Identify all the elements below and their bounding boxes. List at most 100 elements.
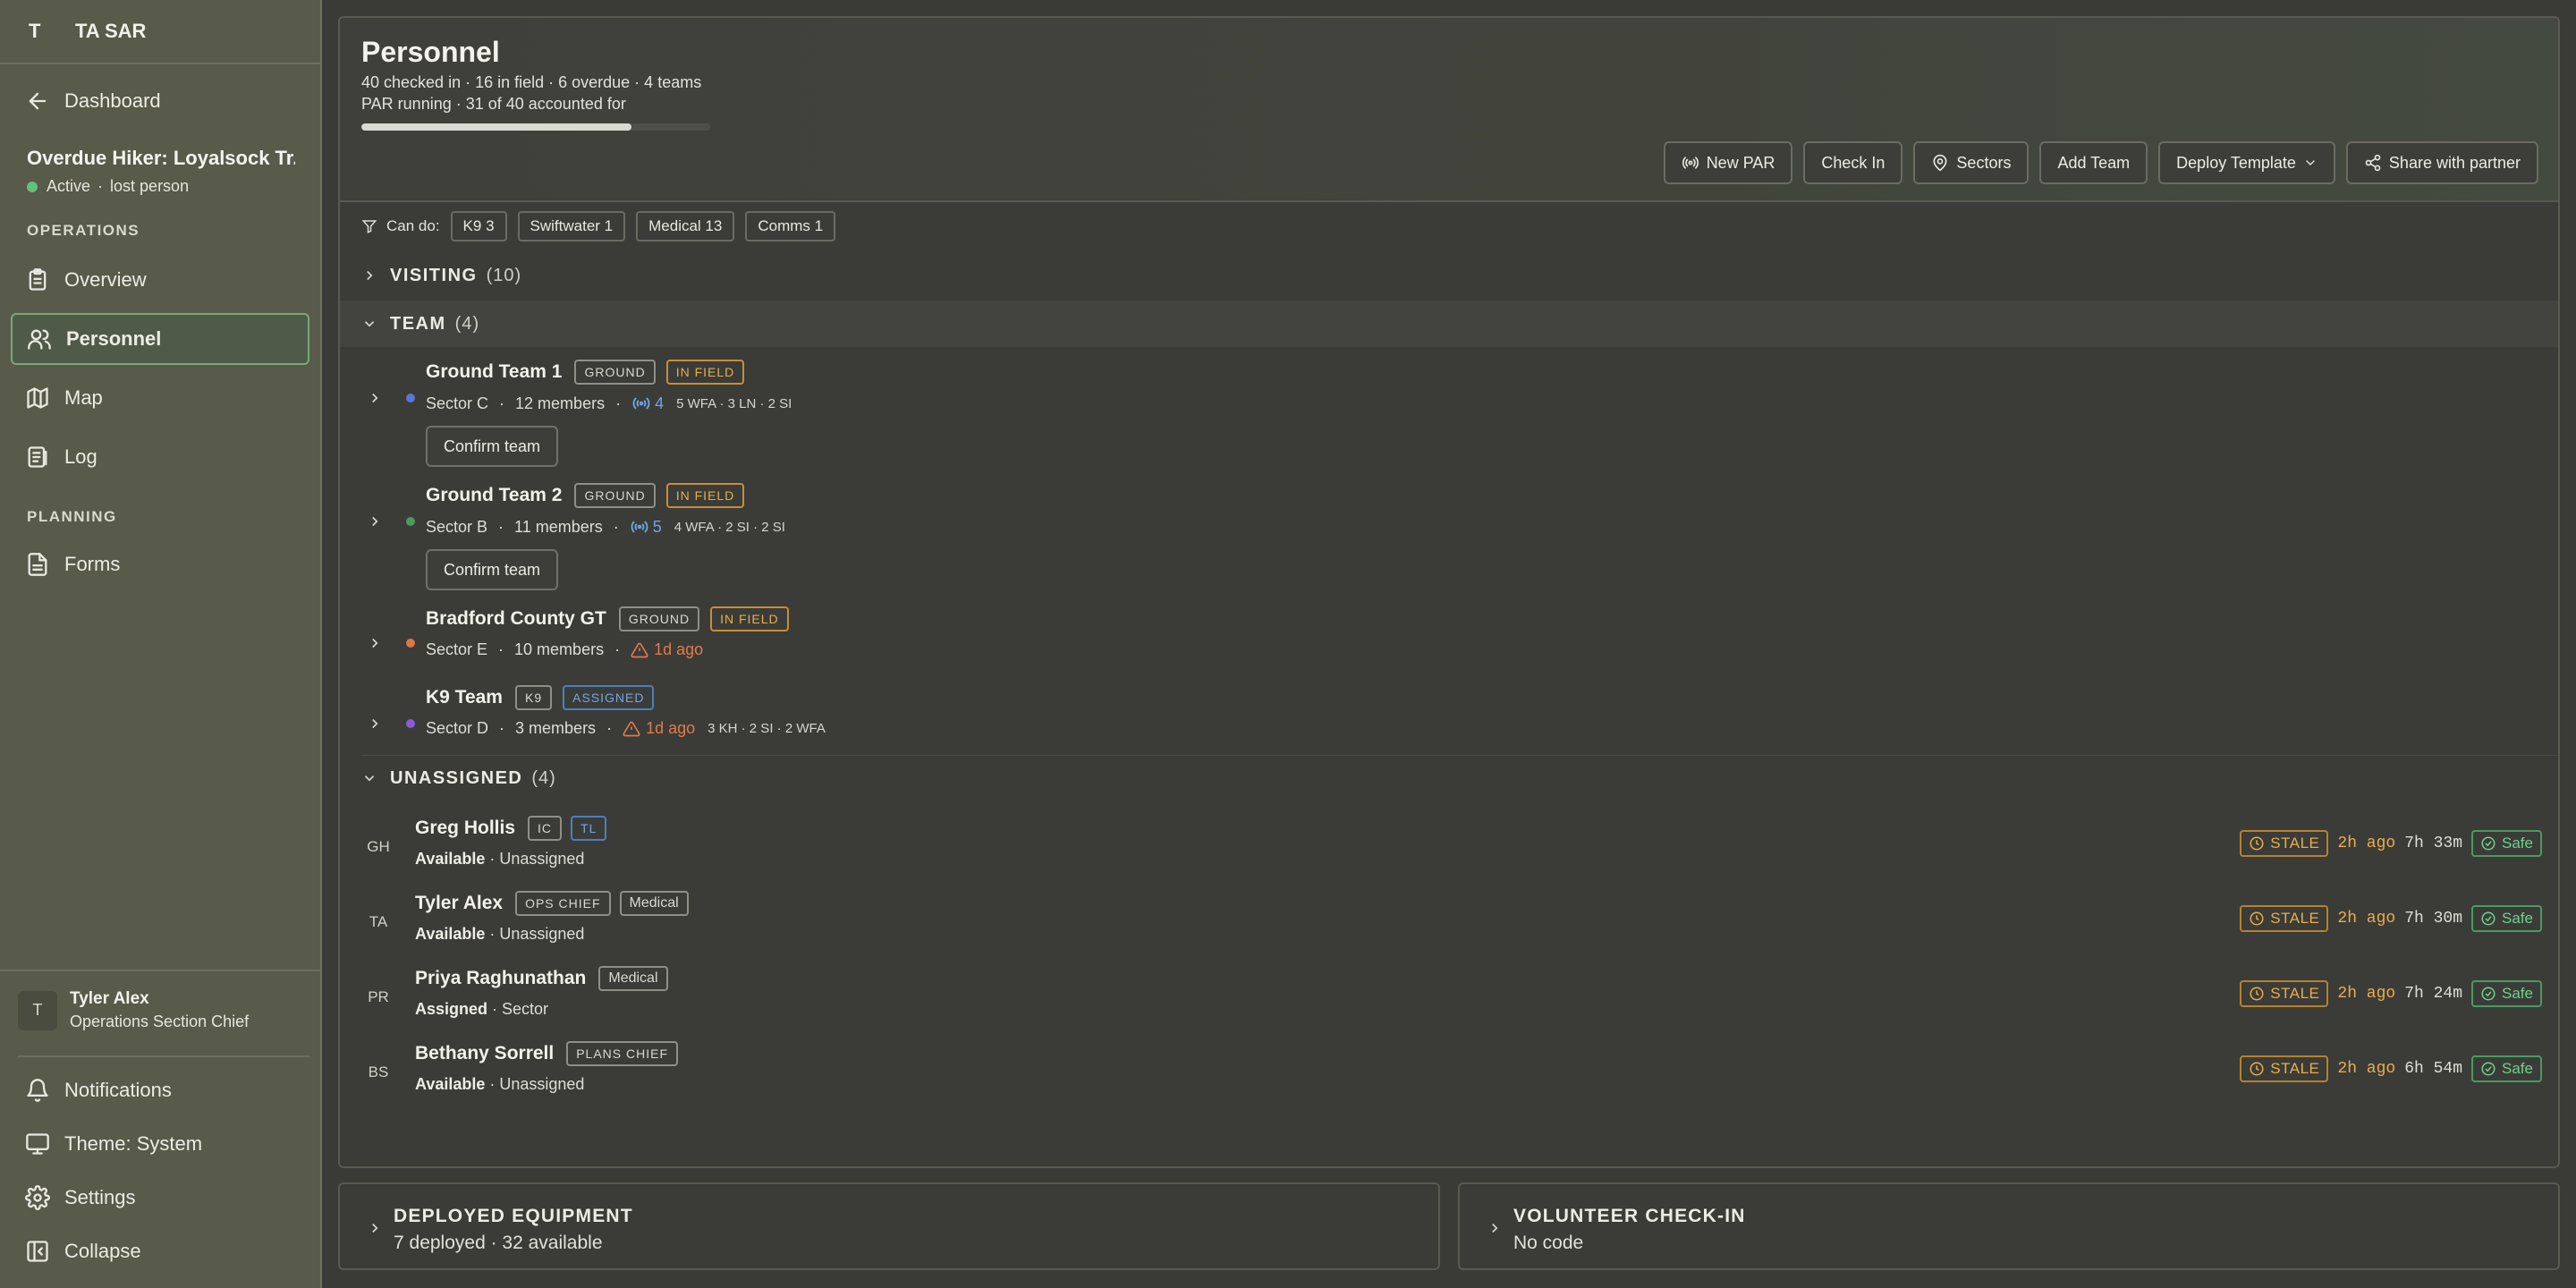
team-type-badge: GROUND [618, 606, 700, 631]
team-name: Bradford County GT [426, 608, 606, 629]
volunteer-code: No code [1513, 1233, 1584, 1253]
nav-notifications[interactable]: Notifications [11, 1064, 309, 1116]
new-par-button[interactable]: New PAR [1663, 141, 1793, 184]
clipboard-icon [29, 268, 47, 291]
volunteer-checkin-card[interactable]: VOLUNTEER CHECK-IN No code [1458, 1182, 2560, 1270]
team-radio-count: 4 [655, 394, 665, 412]
clock-icon [2250, 1062, 2264, 1076]
team-row[interactable]: Ground Team 1 GROUND IN FIELD Sector C · … [340, 351, 2558, 474]
deploy-template-button[interactable]: Deploy Template [2158, 141, 2335, 184]
user-card[interactable]: T Tyler Alex Operations Section Chief [0, 970, 320, 1055]
team-warning: 1d ago [623, 719, 695, 738]
team-row[interactable]: Bradford County GT GROUND IN FIELD Secto… [340, 597, 2558, 678]
team-row[interactable]: Ground Team 2 GROUND IN FIELD Sector B · … [340, 474, 2558, 597]
safe-label: Safe [2502, 835, 2533, 852]
filter-chip-comms[interactable]: Comms 1 [745, 211, 836, 242]
team-name: K9 Team [426, 687, 503, 708]
filter-chip-k9[interactable]: K9 3 [450, 211, 507, 242]
incident-type: lost person [110, 177, 190, 195]
back-to-dashboard[interactable]: Dashboard [11, 75, 309, 127]
share-partner-button[interactable]: Share with partner [2345, 141, 2538, 184]
safe-badge[interactable]: Safe [2471, 980, 2542, 1007]
nav-settings[interactable]: Settings [11, 1172, 309, 1224]
notifications-label: Notifications [64, 1079, 172, 1101]
check-in-button[interactable]: Check In [1803, 141, 1903, 184]
team-warning-text: 1d ago [646, 719, 696, 737]
nav-forms-label: Forms [64, 553, 121, 575]
confirm-team-button[interactable]: Confirm team [426, 549, 559, 590]
person-row[interactable]: TA Tyler Alex OPS CHIEF Medical Availabl… [340, 882, 2558, 957]
stale-label: STALE [2270, 1060, 2320, 1077]
person-initials: TA [369, 913, 388, 930]
team-title: K9 Team K9 ASSIGNED [426, 685, 655, 710]
new-par-label: New PAR [1706, 153, 1775, 172]
filter-chip-swiftwater[interactable]: Swiftwater 1 [517, 211, 626, 242]
safe-badge[interactable]: Safe [2471, 905, 2542, 932]
settings-label: Settings [64, 1186, 136, 1208]
group-unassigned-header[interactable]: UNASSIGNED (4) [340, 755, 2558, 801]
toolbar: New PAR Check In Sectors Add Team Deploy… [1663, 141, 2538, 184]
person-name: Greg Hollis [415, 818, 516, 838]
collapse-sidebar[interactable]: Collapse [11, 1225, 309, 1277]
team-warning-text: 1d ago [654, 640, 704, 658]
map-icon [27, 387, 48, 409]
incident-title: Overdue Hiker: Loyalsock Tr... [27, 147, 295, 169]
group-visiting-header[interactable]: VISITING (10) [340, 252, 2558, 299]
nav-log[interactable]: Log [11, 431, 309, 483]
chevron-right-icon [372, 1223, 378, 1233]
clock-icon [2250, 911, 2264, 926]
team-members: 11 members [514, 517, 603, 536]
last-seen: 2h ago [2337, 1060, 2396, 1078]
person-check-status: STALE 2h ago 7h 24m Safe [2240, 980, 2542, 1007]
team-members: 3 members [515, 719, 597, 737]
log-icon [28, 446, 47, 468]
safe-label: Safe [2502, 910, 2533, 927]
person-tag: Medical [598, 966, 668, 991]
nav-personnel[interactable]: Personnel [11, 313, 309, 365]
chevron-right-icon [372, 638, 378, 648]
sidebar: T TA SAR Dashboard Overdue Hiker: Loyals… [0, 0, 322, 1288]
person-initials: GH [367, 838, 390, 855]
equipment-summary: 7 deployed · 32 available [394, 1233, 603, 1253]
filter-chip-medical[interactable]: Medical 13 [636, 211, 735, 242]
nav-forms[interactable]: Forms [11, 538, 309, 590]
org-brand[interactable]: T TA SAR [0, 0, 320, 64]
team-color-dot [406, 719, 415, 728]
person-row[interactable]: GH Greg Hollis IC TL Available · Unassig… [340, 807, 2558, 882]
gear-icon [25, 1185, 50, 1210]
team-color-dot [406, 639, 415, 648]
person-initials: BS [368, 1063, 389, 1080]
confirm-team-button[interactable]: Confirm team [426, 426, 559, 467]
person-check-status: STALE 2h ago 6h 54m Safe [2240, 1055, 2542, 1082]
capability-filter: Can do: K9 3 Swiftwater 1 Medical 13 Com… [361, 211, 836, 242]
deployed-equipment-card[interactable]: DEPLOYED EQUIPMENT 7 deployed · 32 avail… [338, 1182, 1440, 1270]
safe-badge[interactable]: Safe [2471, 830, 2542, 857]
chevron-down-icon [364, 775, 375, 782]
person-row[interactable]: PR Priya Raghunathan Medical Assigned · … [340, 957, 2558, 1032]
team-status-badge: IN FIELD [710, 606, 789, 631]
personnel-panel: Personnel 40 checked in · 16 in field · … [338, 16, 2560, 1168]
user-role: Operations Section Chief [70, 1013, 250, 1030]
nav-overview-label: Overview [64, 268, 147, 291]
group-team-header[interactable]: TEAM (4) [340, 301, 2558, 347]
safe-badge[interactable]: Safe [2471, 1055, 2542, 1082]
team-skills: 3 KH · 2 SI · 2 WFA [708, 721, 826, 736]
person-row[interactable]: BS Bethany Sorrell PLANS CHIEF Available… [340, 1032, 2558, 1107]
team-title: Ground Team 2 GROUND IN FIELD [426, 483, 745, 508]
sectors-button[interactable]: Sectors [1913, 141, 2029, 184]
sidebar-collapse-icon [27, 1241, 48, 1262]
chevron-right-icon [372, 516, 378, 527]
chevron-right-icon [372, 393, 378, 403]
theme-toggle[interactable]: Theme: System [11, 1118, 309, 1170]
group-team-name: TEAM [390, 313, 446, 334]
page-header: Personnel 40 checked in · 16 in field · … [340, 18, 2558, 202]
person-title: Bethany Sorrell PLANS CHIEF [415, 1041, 679, 1066]
check-circle-icon [2481, 987, 2496, 1001]
map-pin-icon [1933, 154, 1947, 172]
team-name: Ground Team 1 [426, 361, 563, 382]
chevron-right-icon [367, 270, 373, 281]
stale-label: STALE [2270, 835, 2320, 852]
nav-overview[interactable]: Overview [11, 254, 309, 306]
nav-map[interactable]: Map [11, 372, 309, 424]
add-team-button[interactable]: Add Team [2039, 141, 2148, 184]
